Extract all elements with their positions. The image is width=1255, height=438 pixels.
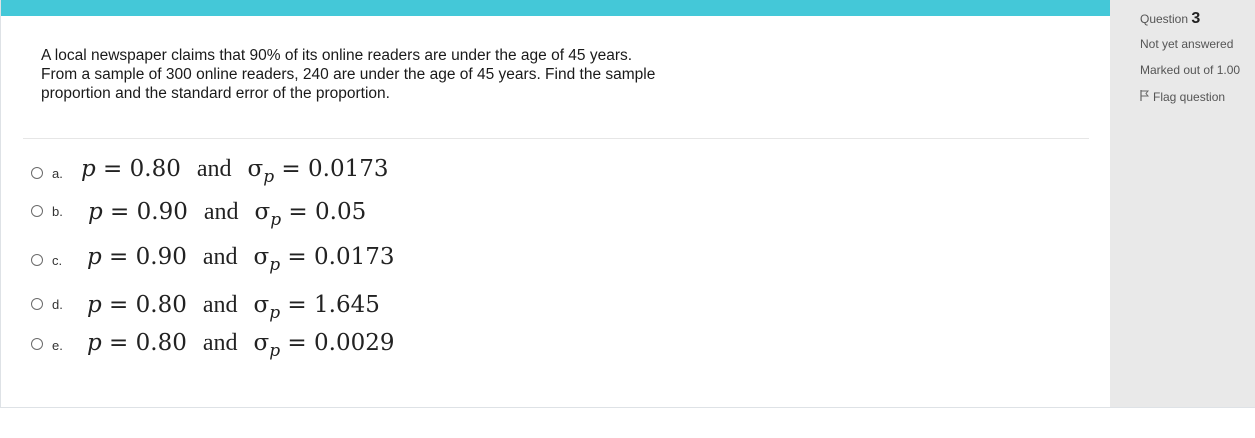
marked-out-of: Marked out of 1.00 [1140, 63, 1241, 77]
question-panel: A local newspaper claims that 90% of its… [0, 0, 1111, 408]
option-letter: c. [52, 253, 63, 268]
p-value: 0.80 [135, 292, 187, 318]
and-word: and [202, 330, 238, 356]
sigma-value: 0.0173 [314, 244, 395, 270]
and-word: and [202, 292, 238, 318]
sigma-value: 0.05 [315, 199, 367, 225]
answer-state: Not yet answered [1140, 37, 1234, 51]
p-value: 0.80 [129, 156, 181, 182]
radio-button[interactable] [31, 254, 43, 266]
option-formula: p = 0.90 and σp = 0.0173 [87, 244, 395, 275]
and-word: and [196, 156, 232, 182]
question-number: 3 [1191, 10, 1201, 27]
sigma-value: 1.645 [314, 292, 380, 318]
option-letter: a. [52, 166, 63, 181]
sigma-value: 0.0173 [308, 156, 389, 182]
question-text: A local newspaper claims that 90% of its… [41, 47, 656, 102]
p-value: 0.90 [135, 244, 187, 270]
sigma-value: 0.0029 [314, 330, 395, 356]
flag-label[interactable]: Flag question [1153, 90, 1225, 104]
accent-bar [1, 0, 1111, 16]
divider [23, 138, 1089, 139]
radio-button[interactable] [31, 205, 43, 217]
and-word: and [203, 199, 239, 225]
flag-question-link[interactable]: Flag question [1140, 90, 1225, 104]
radio-button[interactable] [31, 338, 43, 350]
option-formula: p = 0.80 and σp = 0.0029 [87, 330, 395, 361]
radio-button[interactable] [31, 298, 43, 310]
radio-button[interactable] [31, 167, 43, 179]
option-formula: p = 0.80 and σp = 1.645 [87, 292, 380, 323]
question-label: Question 3 [1140, 10, 1200, 28]
option-formula: p = 0.80 and σp = 0.0173 [81, 156, 389, 187]
option-letter: b. [52, 204, 63, 219]
option-formula: p = 0.90 and σp = 0.05 [88, 199, 367, 230]
and-word: and [202, 244, 238, 270]
option-letter: e. [52, 338, 63, 353]
option-letter: d. [52, 297, 63, 312]
p-value: 0.80 [135, 330, 187, 356]
question-label-text: Question [1140, 12, 1189, 26]
flag-icon[interactable] [1140, 90, 1150, 104]
question-info-sidebar: Question 3 Not yet answered Marked out o… [1110, 0, 1255, 408]
p-value: 0.90 [136, 199, 188, 225]
